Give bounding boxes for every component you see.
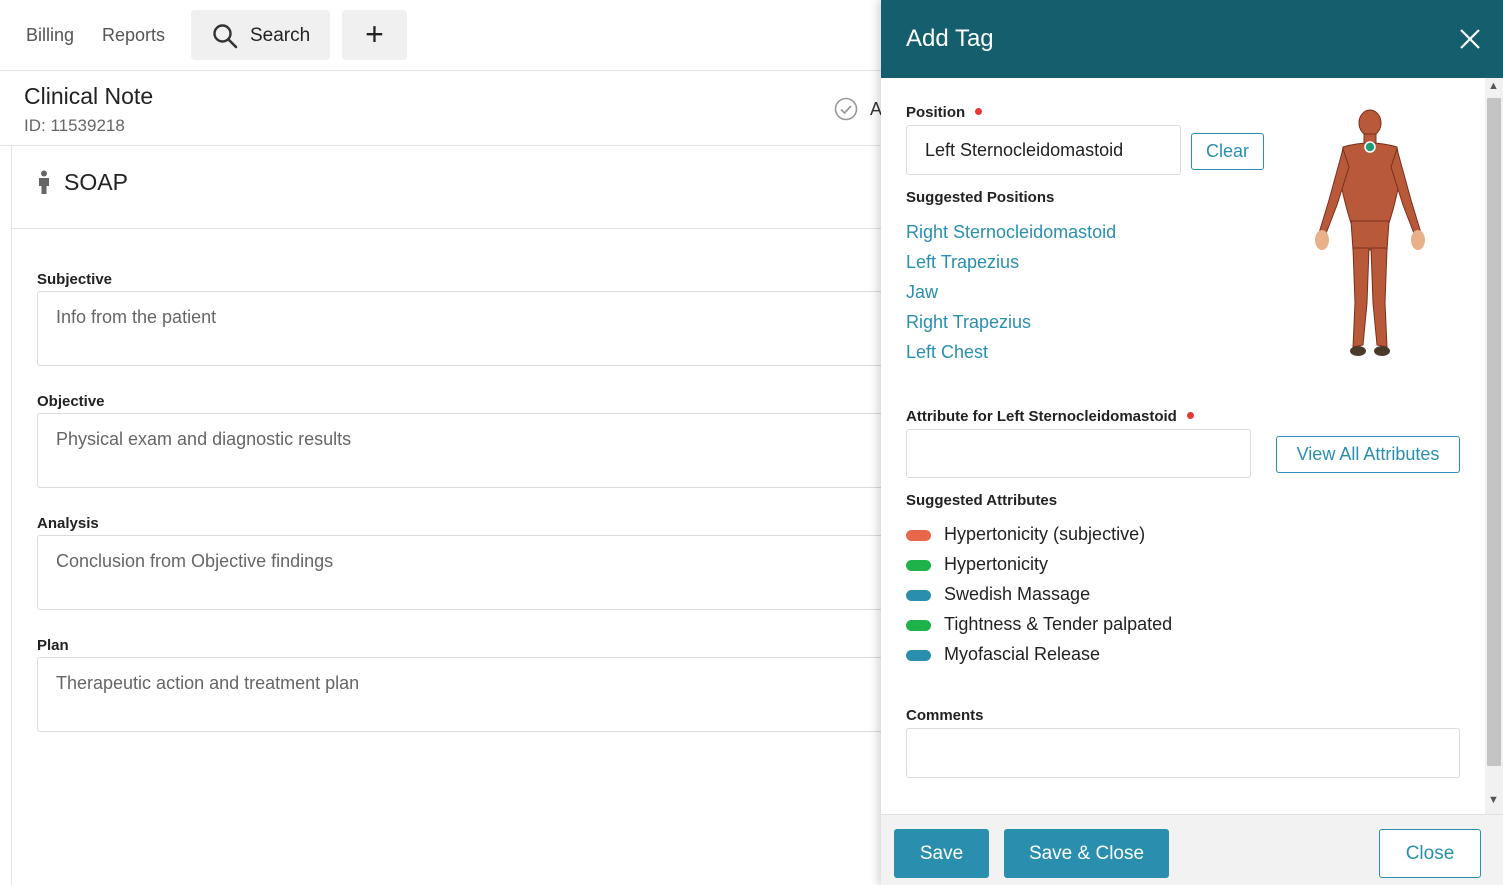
objective-field[interactable]: Physical exam and diagnostic results bbox=[37, 413, 887, 488]
modal-header: Add Tag bbox=[881, 0, 1503, 78]
modal-footer: Save Save & Close Close bbox=[881, 814, 1503, 885]
analysis-label: Analysis bbox=[37, 515, 99, 532]
person-icon bbox=[39, 170, 49, 194]
suggested-position-link[interactable]: Right Sternocleidomastoid bbox=[906, 222, 1116, 243]
check-circle-icon[interactable] bbox=[834, 97, 858, 121]
nav-reports[interactable]: Reports bbox=[102, 25, 165, 46]
content-panel bbox=[11, 146, 891, 885]
close-icon[interactable] bbox=[1459, 28, 1481, 50]
subjective-placeholder: Info from the patient bbox=[56, 307, 217, 327]
required-indicator bbox=[975, 108, 983, 115]
attribute-option-label: Myofascial Release bbox=[944, 644, 1101, 664]
suggested-positions-label: Suggested Positions bbox=[906, 189, 1055, 206]
add-tag-modal: Add Tag ▲ ▼ Position Left Sternocleidoma… bbox=[881, 0, 1503, 885]
search-label: Search bbox=[250, 25, 311, 46]
soap-header bbox=[11, 146, 881, 229]
attribute-input[interactable] bbox=[906, 429, 1251, 478]
scroll-down-icon[interactable]: ▼ bbox=[1488, 794, 1499, 806]
scroll-up-icon[interactable]: ▲ bbox=[1488, 80, 1499, 92]
analysis-placeholder: Conclusion from Objective findings bbox=[56, 551, 334, 571]
subjective-label: Subjective bbox=[37, 271, 113, 288]
attribute-color-pill bbox=[906, 560, 931, 571]
plan-field[interactable]: Therapeutic action and treatment plan bbox=[37, 657, 887, 732]
section-title: SOAP bbox=[64, 169, 128, 195]
attribute-option-label: Hypertonicity (subjective) bbox=[944, 524, 1146, 544]
attribute-option-label: Tightness & Tender palpated bbox=[944, 614, 1173, 634]
modal-scrollbar[interactable]: ▲ ▼ bbox=[1485, 78, 1503, 814]
scroll-thumb[interactable] bbox=[1487, 98, 1501, 766]
modal-title: Add Tag bbox=[906, 25, 994, 52]
position-input[interactable]: Left Sternocleidomastoid bbox=[906, 125, 1181, 175]
comments-label: Comments bbox=[906, 707, 984, 724]
objective-placeholder: Physical exam and diagnostic results bbox=[56, 429, 352, 449]
plan-label: Plan bbox=[37, 637, 69, 654]
page-title: Clinical Note bbox=[24, 83, 154, 109]
position-label-row: Position bbox=[906, 104, 983, 121]
position-label: Position bbox=[906, 104, 966, 121]
attribute-option-label: Swedish Massage bbox=[944, 584, 1091, 604]
subjective-field[interactable]: Info from the patient bbox=[37, 291, 887, 366]
suggested-position-link[interactable]: Jaw bbox=[906, 282, 938, 303]
comments-textarea[interactable] bbox=[906, 728, 1460, 778]
attribute-color-pill bbox=[906, 620, 931, 631]
close-button[interactable]: Close bbox=[1379, 829, 1481, 878]
attribute-color-pill bbox=[906, 530, 931, 541]
suggested-attributes-label: Suggested Attributes bbox=[906, 492, 1058, 509]
page: Billing Reports Search + Clinical Note I… bbox=[0, 0, 1503, 885]
anatomy-body-image[interactable] bbox=[1303, 105, 1438, 360]
suggested-position-link[interactable]: Left Trapezius bbox=[906, 252, 1019, 273]
add-button[interactable]: + bbox=[342, 10, 407, 60]
position-marker[interactable] bbox=[1364, 141, 1376, 153]
attribute-option-label: Hypertonicity bbox=[944, 554, 1049, 574]
objective-label: Objective bbox=[37, 393, 105, 410]
nav-billing[interactable]: Billing bbox=[26, 25, 74, 46]
required-indicator bbox=[1186, 412, 1194, 419]
attribute-color-pill bbox=[906, 590, 931, 601]
save-and-close-button[interactable]: Save & Close bbox=[1004, 829, 1169, 878]
save-button[interactable]: Save bbox=[894, 829, 989, 878]
suggested-position-link[interactable]: Left Chest bbox=[906, 342, 988, 363]
search-button[interactable]: Search bbox=[191, 10, 330, 60]
search-icon bbox=[213, 24, 238, 49]
clear-button[interactable]: Clear bbox=[1191, 133, 1264, 170]
attribute-label-row: Attribute for Left Sternocleidomastoid bbox=[906, 408, 1194, 425]
plan-placeholder: Therapeutic action and treatment plan bbox=[56, 673, 360, 693]
suggested-position-link[interactable]: Right Trapezius bbox=[906, 312, 1031, 333]
attribute-color-pill bbox=[906, 650, 931, 661]
note-id: ID: 11539218 bbox=[24, 116, 125, 135]
attribute-label: Attribute for Left Sternocleidomastoid bbox=[906, 408, 1177, 425]
analysis-field[interactable]: Conclusion from Objective findings bbox=[37, 535, 887, 610]
view-all-attributes-button[interactable]: View All Attributes bbox=[1276, 436, 1460, 473]
